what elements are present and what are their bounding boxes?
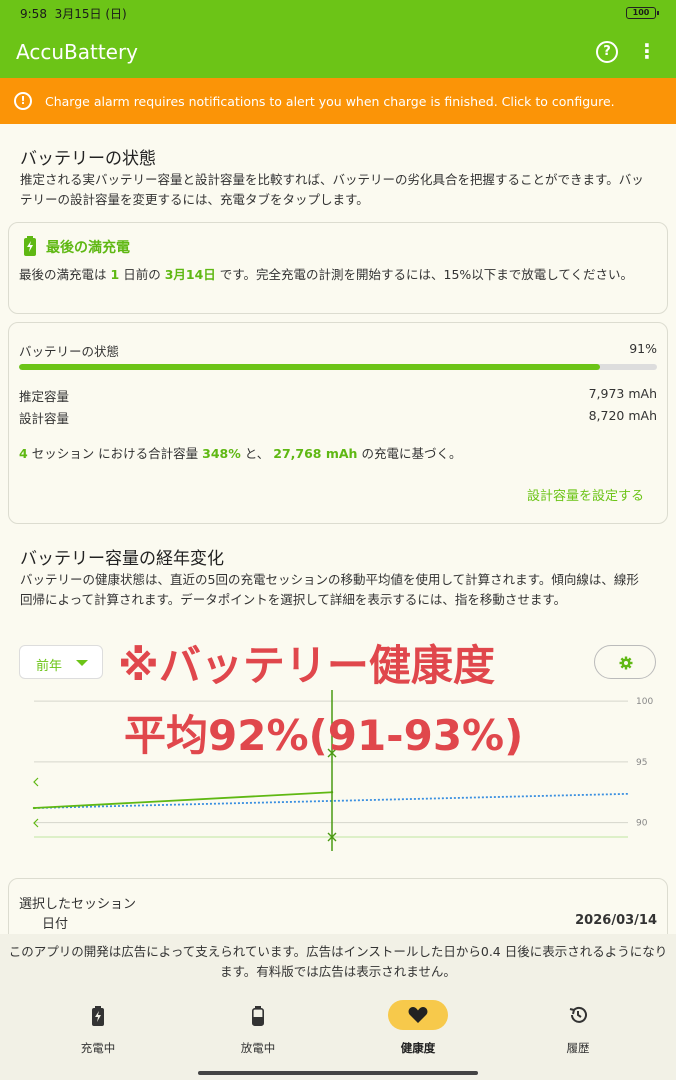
app-title: AccuBattery (16, 40, 139, 64)
gear-icon (619, 656, 633, 670)
overlay-text-average: 平均92%(91-93%) (124, 711, 524, 760)
estimated-capacity-value: 7,973 mAh (588, 386, 657, 401)
estimated-capacity-label: 推定容量 (19, 389, 70, 404)
chart-y-tick-label: 90 (636, 819, 648, 829)
nav-label-charging: 充電中 (80, 1041, 116, 1055)
nav-label-health: 健康度 (400, 1041, 436, 1055)
bottom-navigation: 充電中 放電中 健康度 履歴 (0, 990, 676, 1080)
chart-trendline (33, 792, 629, 809)
design-capacity-label: 設計容量 (19, 411, 70, 426)
app-bar: AccuBattery ? ⋮ (0, 26, 676, 78)
chart-y-tick-label: 100 (636, 697, 653, 707)
period-dropdown[interactable]: 前年 (19, 645, 103, 679)
health-label: バッテリーの状態 (19, 344, 120, 359)
battery-charging-icon (24, 236, 36, 256)
last-full-charge-card: 最後の満充電 最後の満充電は 1 日前の 3月14日 です。完全充電の計測を開始… (8, 222, 668, 314)
help-icon[interactable]: ? (596, 41, 618, 63)
ad-notice: このアプリの開発は広告によって支えられています。広告はインストールした日から0.… (0, 934, 676, 990)
design-capacity-value: 8,720 mAh (588, 408, 657, 423)
heart-icon (408, 1007, 428, 1023)
period-dropdown-label: 前年 (36, 659, 63, 674)
nav-icon-bg (548, 1000, 608, 1030)
set-design-capacity-button[interactable]: 設計容量を設定する (527, 485, 644, 504)
battery-health-card: バッテリーの状態 91% 推定容量 7,973 mAh 設計容量 8,720 m… (8, 322, 668, 524)
chart-point (32, 806, 36, 810)
session-date-value: 2026/03/14 (575, 913, 657, 928)
battery-charging-icon (92, 1006, 104, 1026)
nav-item-history[interactable]: 履歴 (508, 1000, 648, 1070)
more-vert-icon[interactable]: ⋮ (637, 40, 657, 64)
health-section-description: 推定される実バッテリー容量と設計容量を比較すれば、バッテリーの劣化具合を把握する… (20, 172, 644, 207)
chart-scroll-left-icon (33, 777, 39, 787)
status-time: 9:58 3月15日 (日) (20, 7, 127, 21)
chart-series-line (33, 791, 333, 809)
health-progress-fill (19, 364, 600, 370)
alert-circle-icon: ! (14, 92, 32, 110)
nav-icon-bg (388, 1000, 448, 1030)
nav-icon-bg (228, 1000, 288, 1030)
alarm-text: Charge alarm requires notifications to a… (45, 94, 615, 109)
overlay-text-health: ※バッテリー健康度 (118, 641, 495, 690)
chart-y-tick-label: 95 (636, 758, 647, 768)
trend-section-description: バッテリーの健康状態は、直近の5回の充電セッションの移動平均値を使用して計算され… (20, 572, 639, 607)
nav-label-discharging: 放電中 (240, 1041, 276, 1055)
trend-section-title: バッテリー容量の経年変化 (20, 549, 224, 569)
battery-discharging-icon (252, 1006, 264, 1026)
home-indicator (198, 1071, 478, 1075)
chevron-down-icon (76, 660, 88, 666)
nav-label-history: 履歴 (566, 1041, 590, 1055)
status-bar: 9:58 3月15日 (日) 100 (0, 0, 676, 26)
nav-item-charging[interactable]: 充電中 (28, 1000, 168, 1070)
health-progress-bar (19, 364, 657, 370)
nav-icon-bg (68, 1000, 128, 1030)
battery-status-icon: 100 (626, 7, 659, 19)
last-full-charge-title: 最後の満充電 (46, 240, 130, 256)
nav-item-health[interactable]: 健康度 (348, 1000, 488, 1070)
history-icon (569, 1006, 587, 1023)
session-summary: 4 セッション における合計容量 348% と、 27,768 mAh の充電に… (19, 446, 462, 461)
nav-item-discharging[interactable]: 放電中 (188, 1000, 328, 1070)
session-date-label: 日付 (42, 917, 69, 932)
health-value: 91% (629, 341, 657, 356)
chart-settings-button[interactable] (594, 645, 656, 679)
last-full-charge-text: 最後の満充電は 1 日前の 3月14日 です。完全充電の計測を開始するには、15… (19, 267, 634, 282)
charge-alarm-banner[interactable]: ! Charge alarm requires notifications to… (0, 78, 676, 124)
health-section-title: バッテリーの状態 (20, 149, 156, 169)
selected-session-title: 選択したセッション (19, 897, 137, 912)
